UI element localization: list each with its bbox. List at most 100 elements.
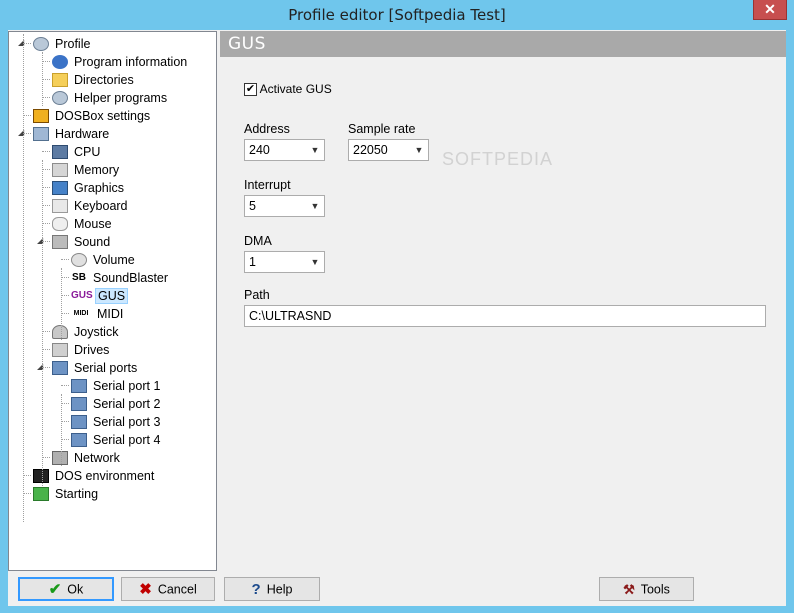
tree-item-directories[interactable]: Directories xyxy=(52,70,136,88)
chevron-down-icon[interactable]: ▼ xyxy=(308,196,322,216)
tree-item-label: Hardware xyxy=(55,126,110,141)
title-bar[interactable]: Profile editor [Softpedia Test] ✕ xyxy=(0,0,794,30)
tree-item-joystick[interactable]: Joystick xyxy=(52,322,120,340)
address-label: Address xyxy=(244,122,290,136)
tree-item-label: Helper programs xyxy=(74,90,168,105)
tree-connector xyxy=(42,457,50,458)
tree-item-label: SoundBlaster xyxy=(93,270,169,285)
tree-item-gus[interactable]: GUS GUS xyxy=(71,286,129,304)
cancel-label: Cancel xyxy=(157,582,197,597)
volume-icon xyxy=(71,252,87,267)
tree-item-mouse[interactable]: Mouse xyxy=(52,214,114,232)
tree-connector xyxy=(23,43,31,44)
tree-item-label: Mouse xyxy=(74,216,112,231)
tools-label: Tools xyxy=(640,582,670,597)
tree-connector xyxy=(42,169,50,170)
tree-item-network[interactable]: Network xyxy=(52,448,122,466)
tree-item-label: Serial port 4 xyxy=(93,432,161,447)
help-label: Help xyxy=(266,582,293,597)
tree-item-label: Serial port 1 xyxy=(93,378,161,393)
tree-item-label: Keyboard xyxy=(74,198,128,213)
tree-connector xyxy=(42,223,50,224)
drive-icon xyxy=(52,342,68,357)
tree-item-starting[interactable]: Starting xyxy=(33,484,100,502)
tree-item-memory[interactable]: Memory xyxy=(52,160,121,178)
interrupt-value: 5 xyxy=(249,199,256,213)
tree-connector xyxy=(23,133,31,134)
tree-item-label: GUS xyxy=(95,287,129,304)
tree-guide-line xyxy=(42,52,43,106)
chevron-down-icon[interactable]: ▼ xyxy=(412,140,426,160)
tree-item-serial-port-3[interactable]: Serial port 3 xyxy=(71,412,162,430)
settings-tree[interactable]: Profile ◢ Program information Directories He… xyxy=(8,31,217,571)
activate-gus-label: Activate GUS xyxy=(259,82,332,96)
activate-gus-checkbox[interactable]: ✔ xyxy=(244,83,257,97)
tree-connector xyxy=(61,439,69,440)
cancel-button[interactable]: ✖ Cancel xyxy=(121,577,215,601)
tree-item-label: CPU xyxy=(74,144,101,159)
tree-item-label: Serial ports xyxy=(74,360,138,375)
tree-item-hardware[interactable]: Hardware xyxy=(33,124,111,142)
tree-item-drives[interactable]: Drives xyxy=(52,340,111,358)
tree-connector xyxy=(61,385,69,386)
info-icon xyxy=(52,54,68,69)
tree-connector xyxy=(42,331,50,332)
tree-connector xyxy=(61,403,69,404)
chevron-down-icon[interactable]: ▼ xyxy=(308,140,322,160)
mouse-icon xyxy=(52,216,68,231)
tree-guide-line xyxy=(23,34,24,522)
tree-connector xyxy=(61,313,69,314)
tree-item-serial-port-2[interactable]: Serial port 2 xyxy=(71,394,162,412)
tree-item-label: DOS environment xyxy=(55,468,155,483)
sample-rate-label: Sample rate xyxy=(348,122,416,136)
dma-combo[interactable]: 1 ▼ xyxy=(244,251,325,273)
tree-connector xyxy=(42,241,50,242)
panel-header: GUS xyxy=(220,31,786,57)
dma-label: DMA xyxy=(244,234,272,248)
tree-connector xyxy=(42,349,50,350)
joystick-icon xyxy=(52,324,68,339)
tree-item-serial-port-1[interactable]: Serial port 1 xyxy=(71,376,162,394)
tree-item-serial-ports[interactable]: Serial ports xyxy=(52,358,139,376)
help-button[interactable]: ? Help xyxy=(224,577,320,601)
tree-connector xyxy=(42,367,50,368)
close-button[interactable]: ✕ xyxy=(753,0,787,20)
folder-icon xyxy=(52,72,68,87)
tree-item-program-information[interactable]: Program information xyxy=(52,52,189,70)
tree-item-dosbox-settings[interactable]: DOSBox settings xyxy=(33,106,152,124)
ok-button[interactable]: ✔ Ok xyxy=(18,577,114,601)
tree-item-label: Starting xyxy=(55,486,99,501)
tree-item-cpu[interactable]: CPU xyxy=(52,142,102,160)
tools-button[interactable]: ⚒ Tools xyxy=(599,577,694,601)
cross-icon: ✖ xyxy=(139,580,152,598)
tree-item-profile[interactable]: Profile xyxy=(33,34,92,52)
tree-item-label: Profile xyxy=(55,36,91,51)
tree-item-dos-environment[interactable]: DOS environment xyxy=(33,466,156,484)
interrupt-combo[interactable]: 5 ▼ xyxy=(244,195,325,217)
tree-item-midi[interactable]: MIDI MIDI xyxy=(71,304,125,322)
serial-icon xyxy=(71,432,87,447)
tree-connector xyxy=(23,115,31,116)
tree-item-sound[interactable]: Sound xyxy=(52,232,112,250)
tree-item-label: Joystick xyxy=(74,324,119,339)
tree-connector xyxy=(42,151,50,152)
speaker-icon xyxy=(52,234,68,249)
address-value: 240 xyxy=(249,143,270,157)
activate-gus-row[interactable]: ✔ Activate GUS xyxy=(244,81,332,97)
chevron-down-icon[interactable]: ▼ xyxy=(308,252,322,272)
tree-connector xyxy=(23,493,31,494)
tree-item-label: Serial port 3 xyxy=(93,414,161,429)
address-combo[interactable]: 240 ▼ xyxy=(244,139,325,161)
tree-item-soundblaster[interactable]: SB SoundBlaster xyxy=(71,268,170,286)
tree-item-volume[interactable]: Volume xyxy=(71,250,137,268)
sample-rate-combo[interactable]: 22050 ▼ xyxy=(348,139,429,161)
tree-connector xyxy=(42,79,50,80)
tree-item-graphics[interactable]: Graphics xyxy=(52,178,126,196)
tree-item-keyboard[interactable]: Keyboard xyxy=(52,196,130,214)
gears-icon xyxy=(52,90,68,105)
tree-item-label: Network xyxy=(74,450,120,465)
tree-item-serial-port-4[interactable]: Serial port 4 xyxy=(71,430,162,448)
tree-item-helper-programs[interactable]: Helper programs xyxy=(52,88,169,106)
tree-item-label: Volume xyxy=(93,252,135,267)
path-input[interactable]: C:\ULTRASND xyxy=(244,305,766,327)
